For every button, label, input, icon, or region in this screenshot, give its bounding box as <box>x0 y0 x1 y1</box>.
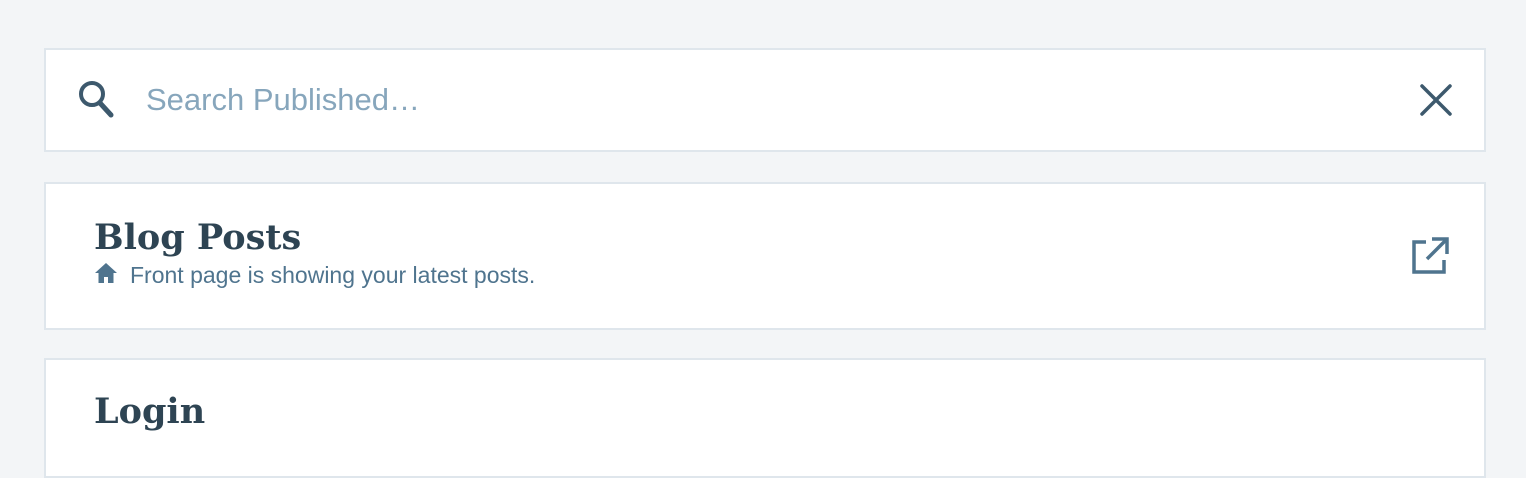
page-title[interactable]: Blog Posts <box>94 220 301 255</box>
search-input[interactable] <box>146 78 1386 122</box>
external-link-icon[interactable] <box>1410 236 1450 276</box>
close-icon[interactable] <box>1418 82 1454 118</box>
search-icon[interactable] <box>78 80 114 120</box>
page-list-item[interactable] <box>44 358 1486 478</box>
page-subtitle: Front page is showing your latest posts. <box>94 262 535 289</box>
page-title[interactable]: Login <box>94 394 205 429</box>
home-icon <box>94 262 118 284</box>
front-page-notice: Front page is showing your latest posts. <box>130 262 536 288</box>
